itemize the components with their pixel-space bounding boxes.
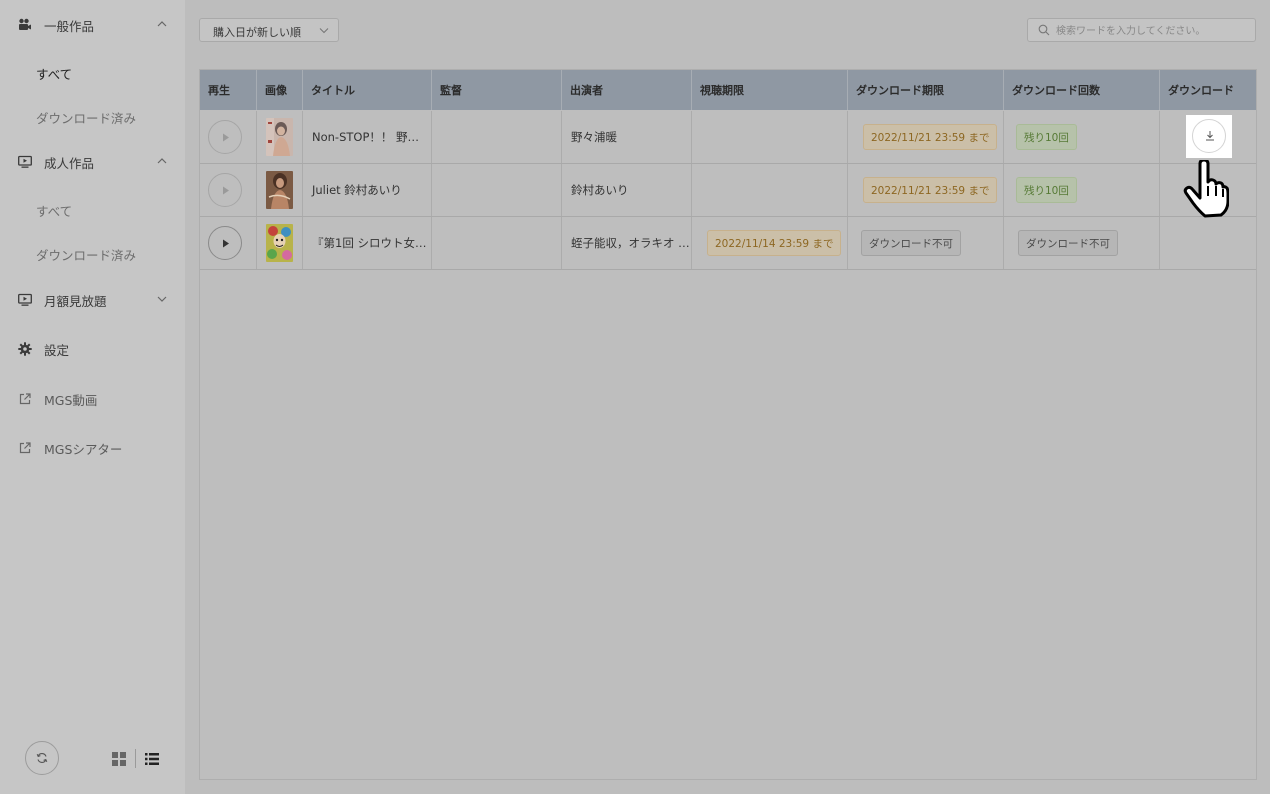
play-cell (200, 111, 257, 163)
thumbnail-image[interactable] (266, 118, 293, 156)
monitor-play-icon (18, 155, 32, 168)
sidebar: 一般作品 すべて ダウンロード済み 成人作品 すべて ダウンロード済み 月額見放… (0, 0, 185, 794)
download-unavailable-badge: ダウンロード不可 (1018, 230, 1118, 256)
table-row[interactable]: Juliet 鈴村あいり 鈴村あいり 2022/11/21 23:59 まで 残… (200, 164, 1256, 217)
column-header-director: 監督 (432, 70, 562, 110)
chevron-down-icon (319, 28, 329, 34)
title-cell[interactable]: 『第1回 シロウト女… (303, 217, 432, 269)
external-link-icon (19, 393, 31, 405)
download-limit-badge: 2022/11/21 23:59 まで (863, 124, 998, 150)
sort-select[interactable]: 購入日が新しい順 (199, 18, 339, 42)
image-cell (257, 217, 303, 269)
chevron-down-icon (157, 296, 167, 302)
download-limit-cell: 2022/11/21 23:59 まで (848, 164, 1004, 216)
nav-item-label: 設定 (44, 342, 70, 358)
director-cell (432, 164, 562, 216)
nav-item-label: MGSシアター (44, 441, 123, 457)
list-view-icon[interactable] (145, 752, 159, 766)
nav-item-general-downloaded[interactable]: ダウンロード済み (36, 108, 136, 127)
column-header-play: 再生 (200, 70, 257, 110)
play-button[interactable] (208, 120, 242, 154)
director-cell (432, 111, 562, 163)
play-cell (200, 217, 257, 269)
nav-item-mgs-theater[interactable]: MGSシアター (0, 433, 185, 463)
download-icon (1206, 131, 1214, 141)
nav-item-general-all[interactable]: すべて (36, 64, 72, 83)
thumbnail-image[interactable] (266, 224, 293, 262)
column-header-download-count: ダウンロード回数 (1004, 70, 1160, 110)
nav-group-adult-works[interactable]: 成人作品 (0, 147, 185, 177)
table-row[interactable]: Non-STOP！！ 野… 野々浦暖 2022/11/21 23:59 まで 残… (200, 111, 1256, 164)
table-row[interactable]: 『第1回 シロウト女… 蛭子能収，オラキオ … 2022/11/14 23:59… (200, 217, 1256, 270)
nav-group-general-works[interactable]: 一般作品 (0, 10, 185, 40)
chevron-up-icon (157, 21, 167, 27)
performer-cell: 蛭子能収，オラキオ … (562, 217, 692, 269)
nav-group-label: 一般作品 (44, 18, 95, 34)
video-camera-icon (19, 18, 31, 30)
image-cell (257, 111, 303, 163)
download-count-badge: 残り10回 (1016, 124, 1077, 150)
performer-cell: 鈴村あいり (562, 164, 692, 216)
nav-item-settings[interactable]: 設定 (0, 334, 185, 364)
view-toggle-divider (135, 749, 136, 768)
download-button-highlight (1186, 115, 1232, 158)
search-icon (1038, 24, 1050, 36)
column-header-download-limit: ダウンロード期限 (848, 70, 1004, 110)
monitor-play-icon (18, 293, 32, 306)
search-box[interactable] (1027, 18, 1256, 42)
download-limit-cell: ダウンロード不可 (848, 217, 1004, 269)
download-count-cell: ダウンロード不可 (1004, 217, 1160, 269)
column-header-download: ダウンロード (1168, 84, 1234, 97)
nav-item-mgs-douga[interactable]: MGS動画 (0, 384, 185, 414)
play-icon (223, 186, 229, 195)
nav-group-monthly-unlimited[interactable]: 月額見放題 (0, 285, 185, 315)
play-button[interactable] (208, 173, 242, 207)
column-header-performer: 出演者 (562, 70, 692, 110)
play-icon (223, 239, 229, 248)
nav-item-label: MGS動画 (44, 392, 98, 408)
download-limit-badge: 2022/11/21 23:59 まで (863, 177, 998, 203)
play-icon (223, 133, 229, 142)
download-limit-cell: 2022/11/21 23:59 まで (848, 111, 1004, 163)
sync-button[interactable] (25, 741, 59, 775)
external-link-icon (19, 442, 31, 454)
play-cell (200, 164, 257, 216)
nav-group-label: 成人作品 (44, 155, 95, 171)
director-cell (432, 217, 562, 269)
image-cell (257, 164, 303, 216)
hand-cursor-icon (1183, 160, 1229, 218)
grid-view-icon[interactable] (112, 752, 126, 766)
download-count-cell: 残り10回 (1004, 164, 1160, 216)
chevron-up-icon (157, 158, 167, 164)
column-header-view-limit: 視聴期限 (692, 70, 848, 110)
download-button[interactable] (1192, 119, 1226, 153)
sort-select-value: 購入日が新しい順 (213, 26, 301, 39)
gear-icon (18, 342, 32, 356)
purchase-table: 再生 画像 タイトル 監督 出演者 視聴期限 ダウンロード期限 ダウンロード回数… (199, 69, 1257, 780)
performer-cell: 野々浦暖 (562, 111, 692, 163)
search-input[interactable] (1054, 21, 1253, 41)
nav-group-label: 月額見放題 (44, 293, 107, 309)
nav-item-adult-all[interactable]: すべて (36, 201, 72, 220)
view-limit-badge: 2022/11/14 23:59 まで (707, 230, 842, 256)
download-count-badge: 残り10回 (1016, 177, 1077, 203)
play-button[interactable] (208, 226, 242, 260)
column-header-image: 画像 (257, 70, 303, 110)
refresh-icon (36, 753, 48, 763)
download-unavailable-badge: ダウンロード不可 (861, 230, 961, 256)
view-limit-cell (692, 164, 848, 216)
thumbnail-image[interactable] (266, 171, 293, 209)
title-cell[interactable]: Juliet 鈴村あいり (303, 164, 432, 216)
table-header: 再生 画像 タイトル 監督 出演者 視聴期限 ダウンロード期限 ダウンロード回数… (200, 70, 1256, 110)
nav-item-adult-downloaded[interactable]: ダウンロード済み (36, 245, 136, 264)
title-cell[interactable]: Non-STOP！！ 野… (303, 111, 432, 163)
download-cell (1160, 217, 1256, 269)
view-limit-cell (692, 111, 848, 163)
view-limit-cell: 2022/11/14 23:59 まで (692, 217, 848, 269)
column-header-title: タイトル (303, 70, 432, 110)
download-count-cell: 残り10回 (1004, 111, 1160, 163)
